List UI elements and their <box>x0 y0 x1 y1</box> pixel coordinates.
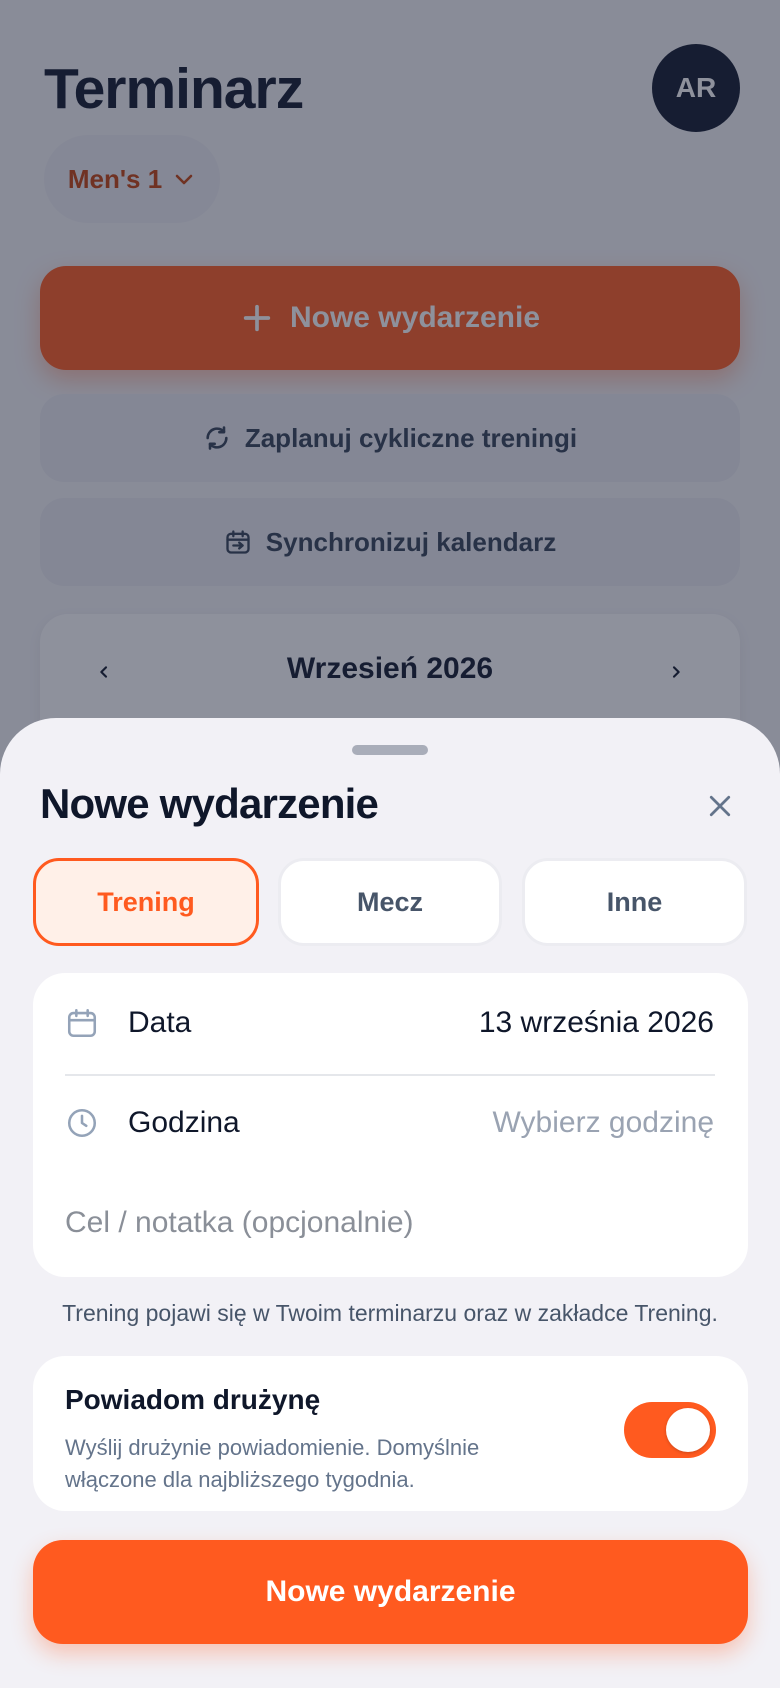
date-field[interactable]: Data 13 września 2026 <box>33 973 748 1073</box>
notify-toggle[interactable] <box>624 1402 716 1458</box>
info-hint: Trening pojawi się w Twoim terminarzu or… <box>62 1300 718 1326</box>
time-field[interactable]: Godzina Wybierz godzinę <box>33 1073 748 1173</box>
new-event-sheet: Nowe wydarzenie Trening Mecz Inne Data 1… <box>0 718 780 1688</box>
close-button[interactable] <box>702 788 738 824</box>
close-icon <box>709 795 731 817</box>
toggle-knob <box>666 1408 710 1452</box>
date-value: 13 września 2026 <box>478 1006 714 1039</box>
type-option-other[interactable]: Inne <box>522 858 747 946</box>
time-placeholder: Wybierz godzinę <box>492 1106 715 1139</box>
type-option-match[interactable]: Mecz <box>278 858 502 946</box>
notify-team-card: Powiadom drużynę Wyślij drużynie powiado… <box>33 1356 748 1511</box>
notify-title: Powiadom drużynę <box>65 1384 321 1415</box>
time-label: Godzina <box>128 1106 240 1139</box>
note-input[interactable] <box>65 1173 715 1273</box>
submit-new-event-button[interactable]: Nowe wydarzenie <box>33 1540 748 1644</box>
notify-description: Wyślij drużynie powiadomienie. Domyślnie… <box>65 1435 480 1492</box>
calendar-icon <box>67 1008 97 1038</box>
sheet-title: Nowe wydarzenie <box>40 780 379 827</box>
sheet-drag-handle[interactable] <box>352 745 428 755</box>
event-form-card: Data 13 września 2026 Godzina Wybierz go… <box>33 973 748 1277</box>
clock-icon <box>67 1108 97 1138</box>
type-option-training[interactable]: Trening <box>33 858 259 946</box>
date-label: Data <box>128 1006 192 1039</box>
